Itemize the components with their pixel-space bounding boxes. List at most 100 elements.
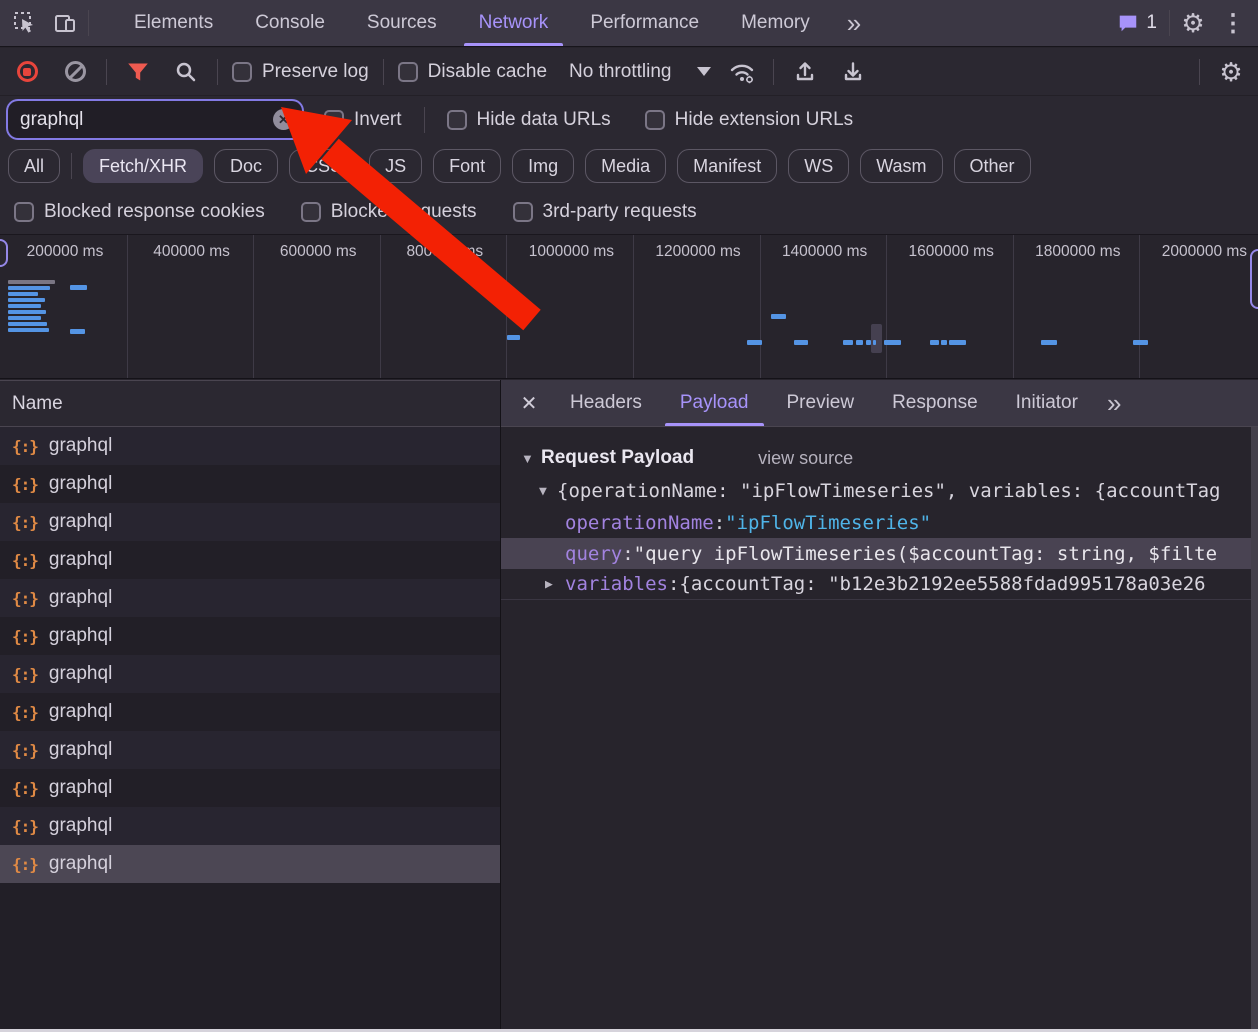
view-source-link[interactable]: view source <box>758 448 853 469</box>
timeline-gridline <box>253 235 254 379</box>
clear-network-log-button[interactable] <box>58 55 92 89</box>
filter-chip-img[interactable]: Img <box>512 149 574 183</box>
details-scrollbar[interactable] <box>1251 427 1258 1029</box>
request-row[interactable]: {:}graphql <box>0 769 500 807</box>
timeline-gridline <box>760 235 761 379</box>
filter-chip-js[interactable]: JS <box>369 149 422 183</box>
timeline-gridline <box>886 235 887 379</box>
clear-filter-icon[interactable]: ✕ <box>273 109 294 130</box>
preserve-log-checkbox[interactable]: Preserve log <box>232 61 369 83</box>
json-braces-icon: {:} <box>12 551 38 570</box>
column-header-name[interactable]: Name <box>0 380 500 427</box>
filter-chip-font[interactable]: Font <box>433 149 501 183</box>
request-row[interactable]: {:}graphql <box>0 541 500 579</box>
request-name: graphql <box>49 853 112 875</box>
request-row[interactable]: {:}graphql <box>0 845 500 883</box>
request-row[interactable]: {:}graphql <box>0 579 500 617</box>
payload-row-query[interactable]: query: "query ipFlowTimeseries($accountT… <box>501 538 1258 569</box>
more-details-tabs-icon[interactable]: » <box>1097 390 1131 416</box>
timeline-request-bar <box>8 304 41 308</box>
inspect-element-icon[interactable] <box>8 6 42 40</box>
payload-root-node[interactable]: ▼ {operationName: "ipFlowTimeseries", va… <box>501 475 1258 507</box>
network-overview-timeline[interactable]: 200000 ms400000 ms600000 ms800000 ms1000… <box>0 235 1258 379</box>
request-row[interactable]: {:}graphql <box>0 807 500 845</box>
timeline-tick-label: 1600000 ms <box>896 243 1006 261</box>
divider <box>424 107 425 133</box>
request-row[interactable]: {:}graphql <box>0 503 500 541</box>
tab-elements[interactable]: Elements <box>113 0 234 46</box>
blocked-requests-checkbox[interactable]: Blocked requests <box>301 201 477 223</box>
timeline-request-bar <box>930 340 939 345</box>
checkbox <box>447 110 467 130</box>
tab-network[interactable]: Network <box>458 0 570 46</box>
checkbox <box>398 62 418 82</box>
timeline-request-bar <box>1041 340 1057 345</box>
export-har-icon[interactable] <box>836 55 870 89</box>
timeline-request-bar <box>70 285 87 290</box>
timeline-tick-label: 800000 ms <box>390 243 500 261</box>
filter-chip-media[interactable]: Media <box>585 149 666 183</box>
divider <box>1199 59 1200 85</box>
request-row[interactable]: {:}graphql <box>0 617 500 655</box>
search-icon[interactable] <box>169 55 203 89</box>
network-settings-gear-icon[interactable]: ⚙ <box>1214 55 1248 89</box>
request-name: graphql <box>49 701 112 723</box>
third-party-requests-checkbox[interactable]: 3rd-party requests <box>513 201 697 223</box>
request-name: graphql <box>49 435 112 457</box>
tab-console[interactable]: Console <box>234 0 346 46</box>
divider <box>383 59 384 85</box>
request-row[interactable]: {:}graphql <box>0 465 500 503</box>
timeline-request-bar <box>8 328 49 332</box>
filter-chip-doc[interactable]: Doc <box>214 149 278 183</box>
request-row[interactable]: {:}graphql <box>0 693 500 731</box>
timeline-request-bar <box>873 340 876 345</box>
import-har-icon[interactable] <box>788 55 822 89</box>
details-tab-response[interactable]: Response <box>873 380 997 426</box>
throttling-dropdown[interactable]: No throttling <box>569 61 711 83</box>
filter-input[interactable] <box>8 109 302 131</box>
timeline-gridline <box>1013 235 1014 379</box>
disable-cache-checkbox[interactable]: Disable cache <box>398 61 547 83</box>
filter-chip-other[interactable]: Other <box>954 149 1031 183</box>
details-tab-payload[interactable]: Payload <box>661 380 768 426</box>
hide-data-urls-checkbox[interactable]: Hide data URLs <box>447 109 611 131</box>
filter-chip-ws[interactable]: WS <box>788 149 849 183</box>
network-conditions-icon[interactable] <box>725 55 759 89</box>
settings-gear-icon[interactable]: ⚙ <box>1176 6 1210 40</box>
filter-chip-wasm[interactable]: Wasm <box>860 149 942 183</box>
details-tab-preview[interactable]: Preview <box>768 380 874 426</box>
device-toolbar-icon[interactable] <box>48 6 82 40</box>
filter-chip-manifest[interactable]: Manifest <box>677 149 777 183</box>
hide-extension-urls-checkbox[interactable]: Hide extension URLs <box>645 109 853 131</box>
record-network-log-button[interactable] <box>10 55 44 89</box>
console-messages-button[interactable]: 1 <box>1111 12 1163 34</box>
filter-chip-css[interactable]: CSS <box>289 149 358 183</box>
tab-memory[interactable]: Memory <box>720 0 831 46</box>
filter-chip-fetch-xhr[interactable]: Fetch/XHR <box>83 149 203 183</box>
timeline-tick-label: 2000000 ms <box>1149 243 1258 261</box>
overview-left-handle[interactable] <box>0 239 8 267</box>
request-row[interactable]: {:}graphql <box>0 427 500 465</box>
payload-row-operation-name[interactable]: operationName: "ipFlowTimeseries" <box>501 507 1258 538</box>
kebab-menu-icon[interactable]: ⋮ <box>1216 6 1250 40</box>
tab-sources[interactable]: Sources <box>346 0 458 46</box>
json-braces-icon: {:} <box>12 589 38 608</box>
request-row[interactable]: {:}graphql <box>0 655 500 693</box>
timeline-request-bar <box>8 310 46 314</box>
invert-checkbox[interactable]: Invert <box>324 109 402 131</box>
collapse-triangle-icon[interactable]: ▼ <box>521 451 539 466</box>
details-tab-headers[interactable]: Headers <box>551 380 661 426</box>
filter-chip-all[interactable]: All <box>8 149 60 183</box>
json-braces-icon: {:} <box>12 665 38 684</box>
more-tabs-icon[interactable]: » <box>837 10 871 36</box>
details-tab-initiator[interactable]: Initiator <box>997 380 1097 426</box>
close-details-icon[interactable]: ✕ <box>507 391 551 416</box>
timeline-request-bar <box>771 314 786 319</box>
json-braces-icon: {:} <box>12 779 38 798</box>
blocked-response-cookies-checkbox[interactable]: Blocked response cookies <box>14 201 265 223</box>
payload-row-variables[interactable]: ▶ variables: {accountTag: "b12e3b2192ee5… <box>501 569 1258 600</box>
filter-funnel-icon[interactable] <box>121 55 155 89</box>
expand-triangle-icon[interactable]: ▶ <box>545 577 565 592</box>
tab-performance[interactable]: Performance <box>569 0 720 46</box>
request-row[interactable]: {:}graphql <box>0 731 500 769</box>
